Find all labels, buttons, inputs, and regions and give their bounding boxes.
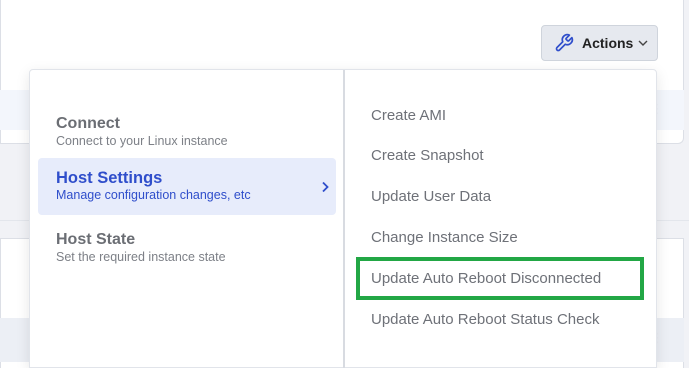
- menu-item-title: Connect: [56, 115, 120, 132]
- actions-label: Actions: [582, 35, 634, 51]
- submenu-create-ami[interactable]: Create AMI: [371, 103, 446, 129]
- menu-item-host-state[interactable]: Host State Set the required instance sta…: [38, 220, 336, 277]
- menu-item-host-settings[interactable]: Host Settings Manage configuration chang…: [38, 158, 336, 215]
- menu-item-connect[interactable]: Connect Connect to your Linux instance: [38, 104, 336, 161]
- submenu-update-auto-reboot-disconnected[interactable]: Update Auto Reboot Disconnected: [371, 266, 601, 292]
- submenu-create-snapshot[interactable]: Create Snapshot: [371, 143, 484, 169]
- menu-divider: [343, 70, 345, 368]
- menu-item-title: Host State: [56, 231, 136, 248]
- wrench-icon: [554, 33, 574, 53]
- submenu-update-auto-reboot-status-check[interactable]: Update Auto Reboot Status Check: [371, 307, 599, 333]
- menu-item-title: Host Settings: [56, 169, 163, 187]
- chevron-down-icon: [637, 37, 649, 49]
- chevron-right-icon: [320, 180, 330, 198]
- menu-item-subtitle: Set the required instance state: [56, 250, 226, 264]
- submenu-update-user-data[interactable]: Update User Data: [371, 184, 491, 210]
- menu-item-subtitle: Connect to your Linux instance: [56, 134, 228, 148]
- menu-item-subtitle: Manage configuration changes, etc: [56, 188, 251, 202]
- actions-button[interactable]: Actions: [541, 25, 658, 61]
- submenu-change-instance-size[interactable]: Change Instance Size: [371, 225, 518, 251]
- actions-dropdown-menu: Connect Connect to your Linux instance H…: [29, 69, 657, 368]
